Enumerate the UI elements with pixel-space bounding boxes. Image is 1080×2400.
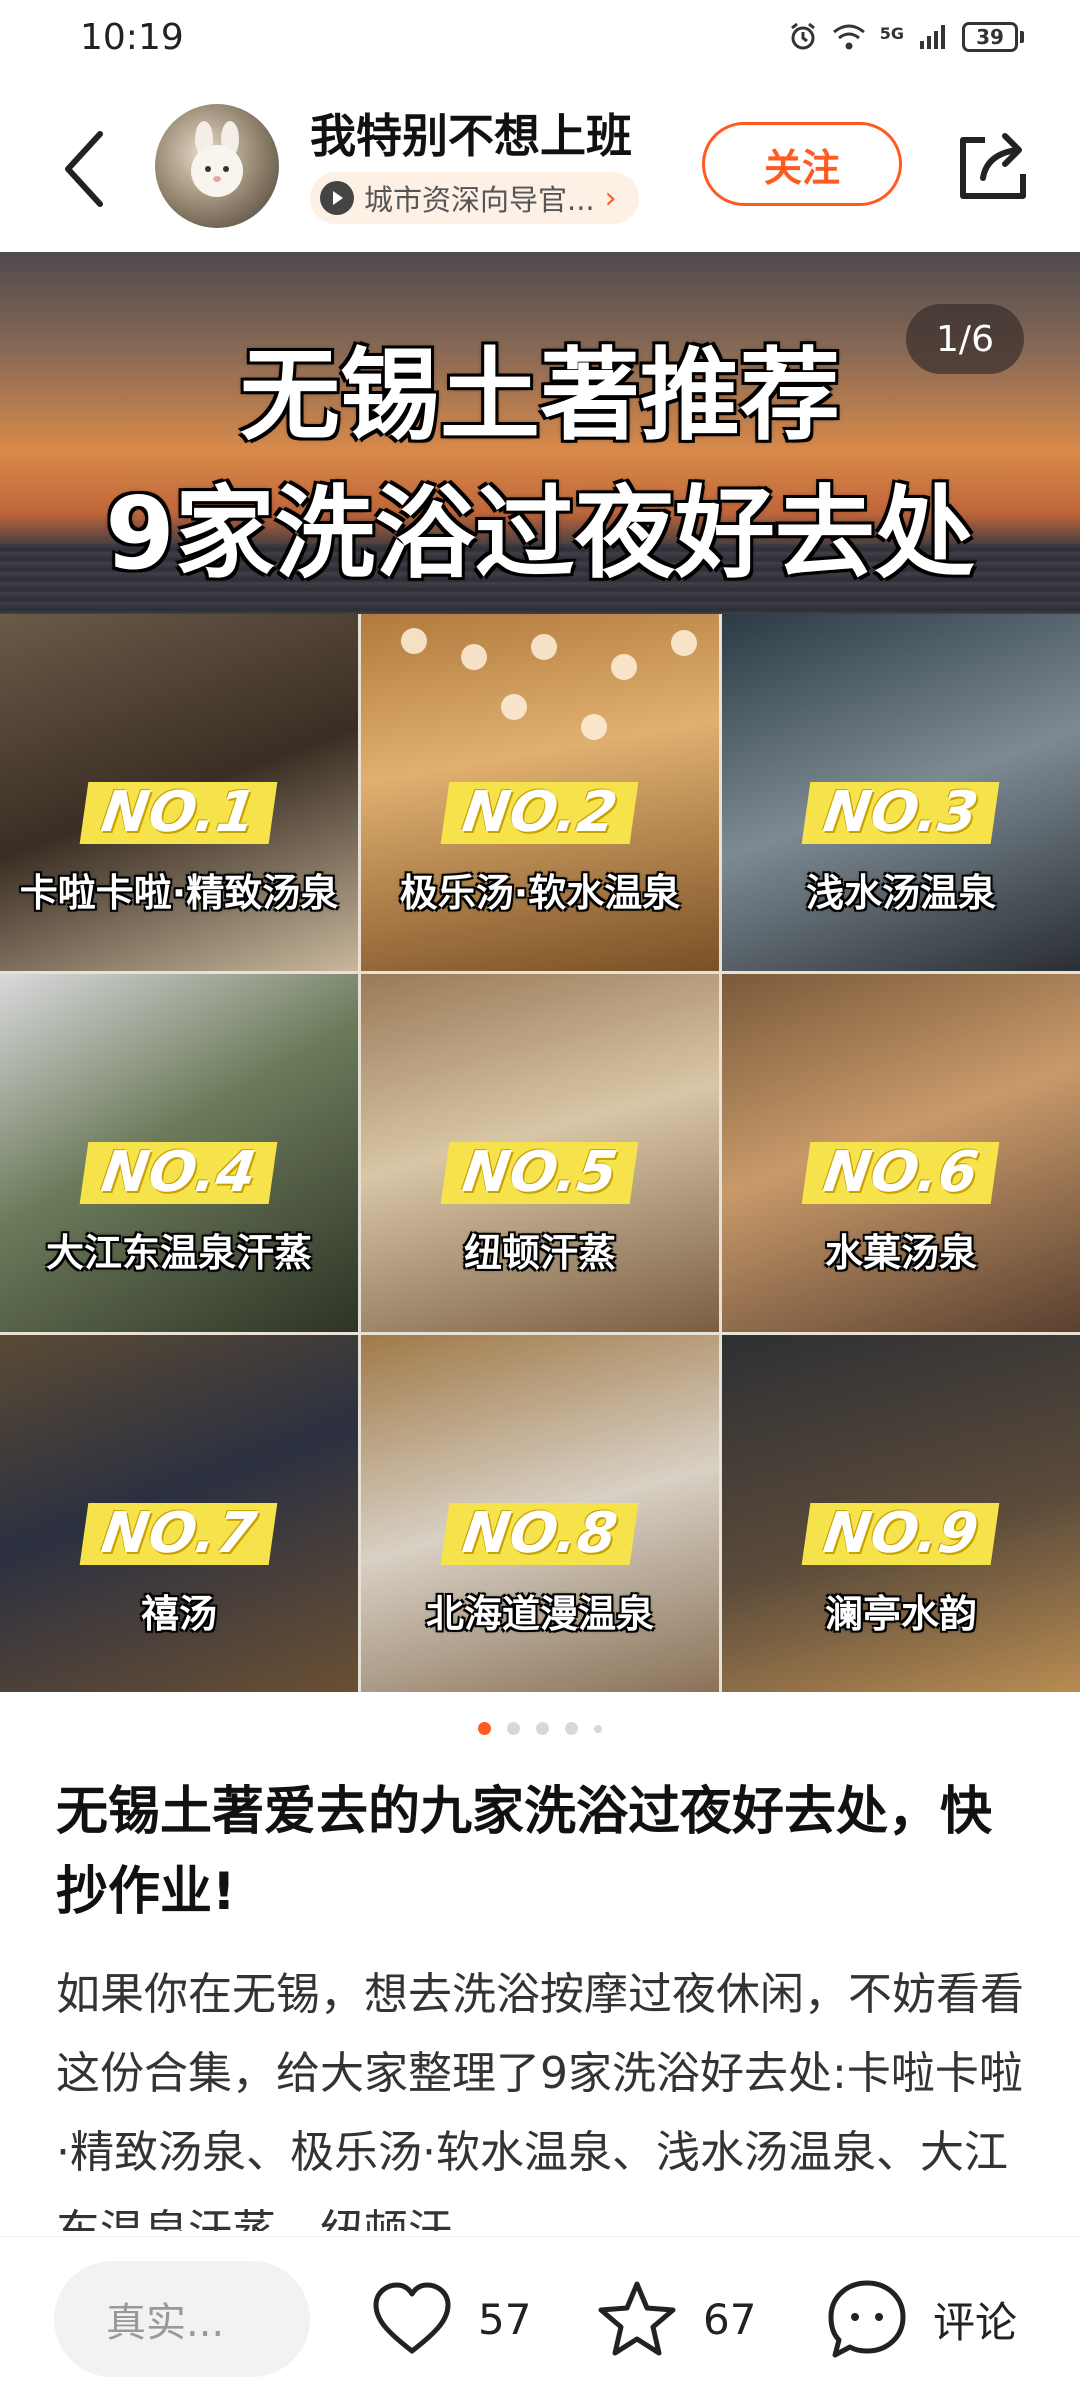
venue-number: NO.7 [79, 1501, 279, 1566]
venue-grid: NO.1 卡啦卡啦·精致汤泉 NO.2 极乐汤·软水温泉 NO.3 浅水汤温泉 … [0, 614, 1080, 1692]
venue-tile: NO.6 水菓汤泉 [722, 974, 1080, 1332]
venue-name: 浅水汤温泉 [805, 871, 996, 915]
author-tag-label: 城市资深向导官... [364, 183, 595, 217]
follow-button[interactable]: 关注 [702, 122, 902, 206]
venue-number: NO.9 [801, 1501, 1001, 1566]
hero-banner: 无锡土著推荐 9家洗浴过夜好去处 1/6 [0, 252, 1080, 614]
page-indicator: 1/6 [906, 304, 1024, 374]
carousel-dot[interactable] [565, 1722, 578, 1735]
venue-tile: NO.7 禧汤 [0, 1334, 358, 1692]
venue-tile: NO.9 澜亭水韵 [722, 1334, 1080, 1692]
venue-number: NO.5 [440, 1140, 640, 1205]
share-icon[interactable] [955, 128, 1031, 204]
play-badge-icon [320, 181, 354, 215]
comment-bubble-icon [828, 2280, 906, 2358]
like-count: 57 [478, 2294, 532, 2344]
venue-tile: NO.3 浅水汤温泉 [722, 614, 1080, 972]
back-arrow-icon[interactable] [54, 124, 114, 214]
collect-count: 67 [703, 2294, 757, 2344]
image-carousel[interactable]: 无锡土著推荐 9家洗浴过夜好去处 1/6 NO.1 卡啦卡啦·精致汤泉 NO.2… [0, 252, 1080, 1692]
status-icons: 5G 39 [788, 22, 1024, 52]
heart-icon [373, 2282, 451, 2354]
battery-level: 39 [962, 22, 1018, 52]
venue-name: 纽顿汗蒸 [463, 1231, 616, 1276]
carousel-dot[interactable] [594, 1724, 602, 1733]
post-header: 我特别不想上班 城市资深向导官... › 关注 [0, 90, 1080, 250]
venue-name: 水菓汤泉 [824, 1231, 977, 1276]
like-button[interactable]: 57 [370, 2261, 531, 2377]
bunny-avatar-icon [191, 121, 243, 197]
carousel-dots [0, 1722, 1080, 1735]
post-body[interactable]: 如果你在无锡，想去洗浴按摩过夜休闲，不妨看看这份合集，给大家整理了9家洗浴好去处… [56, 1955, 1031, 2231]
collect-button[interactable]: 67 [595, 2261, 756, 2377]
carousel-dot[interactable] [478, 1722, 491, 1735]
venue-tile: NO.1 卡啦卡啦·精致汤泉 [0, 614, 358, 972]
venue-tile: NO.2 极乐汤·软水温泉 [361, 614, 719, 972]
author-name[interactable]: 我特别不想上班 [310, 100, 632, 166]
venue-name: 北海道漫温泉 [425, 1591, 654, 1636]
venue-tile: NO.4 大江东温泉汗蒸 [0, 974, 358, 1332]
author-tag[interactable]: 城市资深向导官... › [310, 172, 639, 224]
chevron-right-icon: › [604, 180, 617, 216]
alarm-icon [790, 22, 815, 50]
comment-input[interactable]: 真实... [54, 2261, 310, 2377]
signal-icon [920, 25, 945, 49]
star-icon [598, 2281, 676, 2356]
battery-icon: 39 [962, 22, 1024, 52]
venue-tile: NO.5 纽顿汗蒸 [361, 974, 719, 1332]
comment-button[interactable]: 评论 [825, 2261, 1017, 2377]
bottom-action-bar: 真实... 57 67 评论 [0, 2236, 1080, 2400]
venue-number: NO.3 [801, 780, 1001, 845]
author-avatar[interactable] [155, 104, 279, 228]
wifi-icon [832, 24, 865, 50]
network-type: 5G [879, 24, 904, 43]
venue-number: NO.8 [440, 1501, 640, 1566]
venue-number: NO.4 [79, 1140, 279, 1205]
venue-number: NO.2 [440, 780, 640, 845]
venue-name: 禧汤 [140, 1591, 217, 1636]
carousel-dot[interactable] [507, 1722, 520, 1735]
venue-name: 极乐汤·软水温泉 [399, 871, 681, 915]
venue-name: 澜亭水韵 [824, 1591, 977, 1636]
hero-title-line2: 9家洗浴过夜好去处 [105, 475, 975, 592]
carousel-dot[interactable] [536, 1722, 549, 1735]
venue-number: NO.6 [801, 1140, 1001, 1205]
venue-name: 卡啦卡啦·精致汤泉 [19, 871, 339, 915]
venue-number: NO.1 [79, 780, 279, 845]
comment-label: 评论 [933, 2297, 1018, 2347]
status-time: 10:19 [80, 16, 184, 58]
post-title: 无锡土著爱去的九家洗浴过夜好去处，快抄作业! [56, 1782, 993, 1922]
status-bar: 10:19 5G 39 [0, 0, 1080, 74]
venue-tile: NO.8 北海道漫温泉 [361, 1334, 719, 1692]
venue-name: 大江东温泉汗蒸 [45, 1231, 312, 1276]
